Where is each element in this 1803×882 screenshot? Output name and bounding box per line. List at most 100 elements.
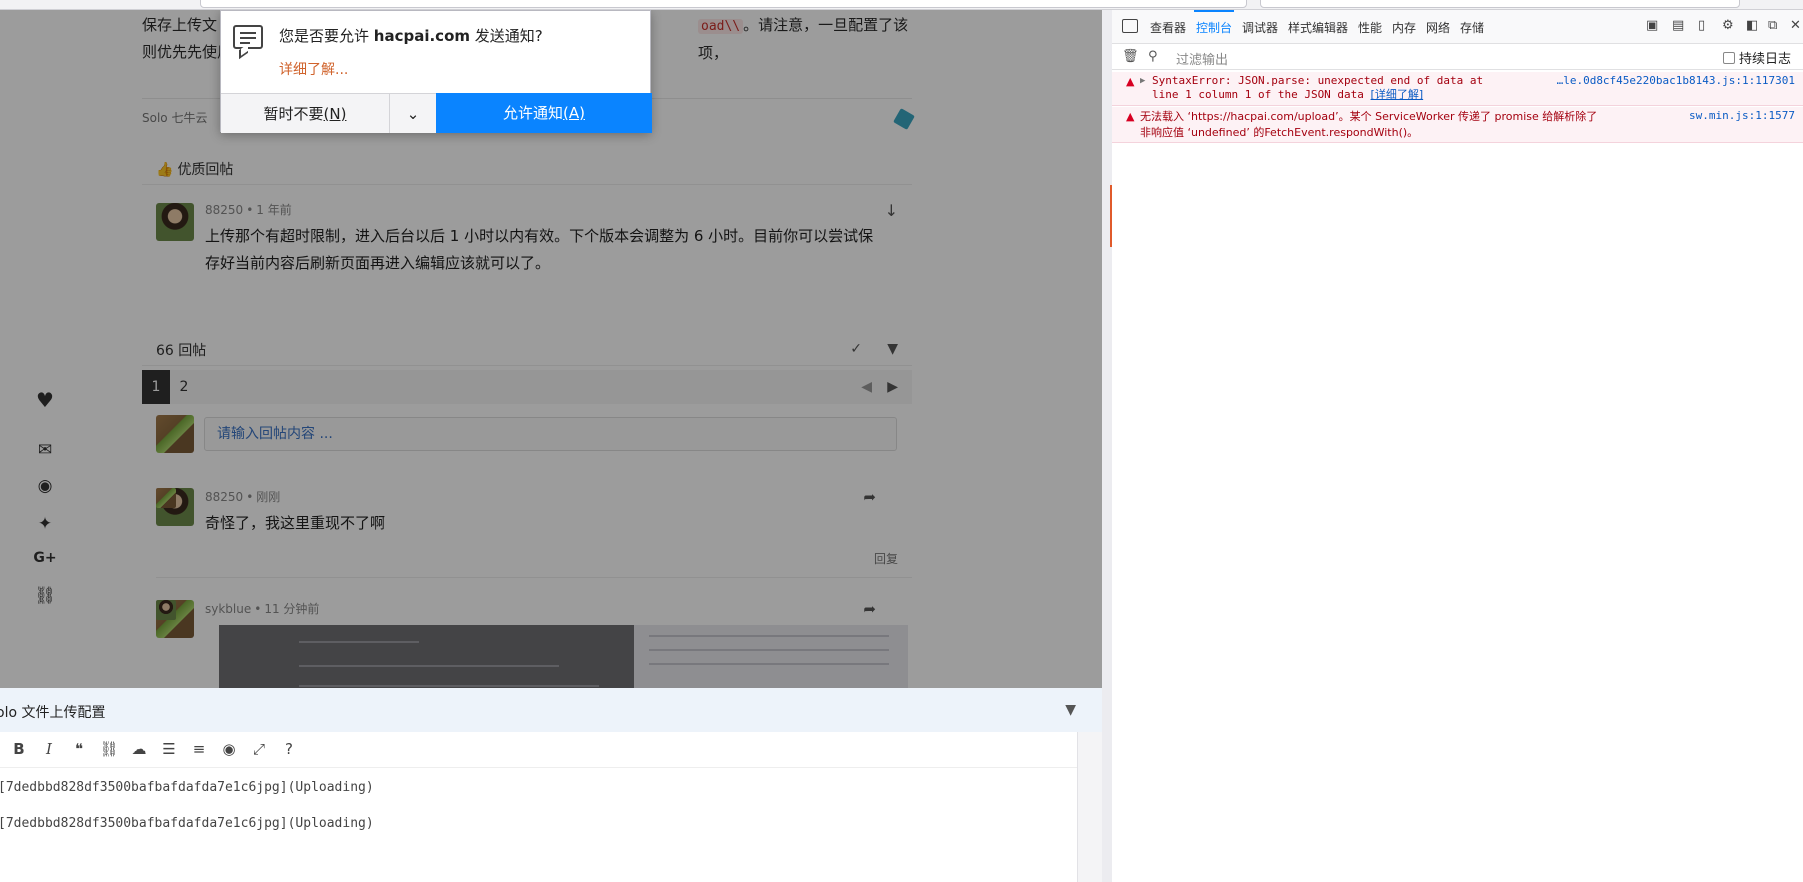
comment-meta: sykblue • 11 分钟前	[205, 602, 320, 616]
devtools-tab-bar: 查看器 控制台 调试器 样式编辑器 性能 内存 网络 存储 ▣ ▤ ▯ ⚙ ◧ …	[1112, 10, 1803, 44]
link-icon[interactable]: ⛓	[98, 740, 120, 758]
page-1[interactable]: 1	[142, 370, 170, 404]
tab-inspector[interactable]: 查看器	[1150, 19, 1186, 36]
split-view-icon[interactable]: ▣	[1646, 18, 1658, 33]
article-text-line2: 则优先先使用	[142, 43, 233, 61]
good-reply-section: 👍 优质回帖 88250 • 1 年前 ↓ 上传那个有超时限制，进入后台以后 1 小时…	[142, 155, 912, 272]
reply-item: sykblue • 11 分钟前 ➦	[156, 600, 912, 688]
share-icon[interactable]: ➦	[863, 488, 876, 506]
collapse-icon[interactable]: ▼	[1065, 702, 1076, 718]
heart-icon[interactable]: ♥	[32, 388, 58, 412]
caret-down-icon[interactable]: ▼	[887, 341, 898, 357]
bold-icon[interactable]: B	[8, 740, 30, 758]
good-reply-title: 优质回帖	[177, 162, 234, 178]
comment-time: 刚刚	[256, 490, 281, 504]
persist-logs-checkbox[interactable]: 持续日志	[1722, 48, 1791, 67]
editor-line: [7dedbbd828df3500bafbafdafda7e1c6jpg](Up…	[0, 816, 374, 831]
share-icon[interactable]: ➦	[863, 600, 876, 618]
message-icon	[233, 25, 263, 49]
element-picker-icon[interactable]	[1122, 19, 1138, 33]
tab-console[interactable]: 控制台	[1196, 19, 1232, 36]
reply-button[interactable]: 回复	[874, 550, 898, 567]
message-source-link[interactable]: …le.0d8cf45e220bac1b8143.js:1:117301	[1557, 74, 1795, 88]
search-bar[interactable]	[1260, 0, 1740, 8]
separate-window-icon[interactable]: ⧉	[1768, 18, 1777, 33]
warning-icon: ▲	[1126, 110, 1135, 123]
url-bar[interactable]	[200, 0, 1247, 8]
console-filter-bar: 🗑 ⚲ 过滤输出 持续日志	[1112, 44, 1803, 70]
close-icon[interactable]: ✕	[1790, 18, 1801, 33]
filter-input[interactable]: 过滤输出	[1176, 49, 1228, 68]
filter-icon[interactable]: ⚲	[1148, 49, 1158, 64]
quote-icon[interactable]: ❝	[68, 740, 90, 758]
gear-icon[interactable]: ⚙	[1722, 18, 1734, 33]
editor-title: olo 文件上传配置	[0, 705, 106, 721]
site-domain: hacpai.com	[373, 27, 470, 45]
next-page-icon[interactable]: ▶	[887, 379, 898, 395]
message-text: 无法载入 ‘https://hacpai.com/upload’。某个 Serv…	[1140, 110, 1598, 139]
weibo-icon[interactable]: ◉	[32, 476, 58, 496]
cube-icon[interactable]	[893, 108, 915, 130]
console-error-message[interactable]: ▲ ▶ SyntaxError: JSON.parse: unexpected …	[1112, 72, 1803, 106]
message-source-link[interactable]: sw.min.js:1:1577	[1689, 109, 1795, 123]
browser-toolbar-strip	[0, 0, 1803, 10]
italic-icon[interactable]: I	[38, 740, 60, 758]
editor-textarea[interactable]: [7dedbbd828df3500bafbafdafda7e1c6jpg](Up…	[0, 768, 1077, 882]
responsive-mode-icon[interactable]: ▯	[1698, 18, 1705, 33]
inline-code: oad\\	[698, 19, 744, 34]
devtools-panel: 查看器 控制台 调试器 样式编辑器 性能 内存 网络 存储 ▣ ▤ ▯ ⚙ ◧ …	[1102, 10, 1803, 882]
chevron-down-icon[interactable]: ⌄	[389, 93, 436, 133]
console-drawer-icon[interactable]: ▤	[1672, 18, 1684, 33]
jump-down-icon[interactable]: ↓	[885, 201, 898, 220]
link-icon[interactable]: ⛓	[32, 586, 58, 606]
avatar[interactable]	[156, 415, 194, 453]
trash-icon[interactable]: 🗑	[1122, 49, 1139, 64]
tag-list[interactable]: Solo 七牛云	[142, 111, 207, 125]
upload-icon[interactable]: ☁	[128, 740, 150, 758]
editor-scroll-gutter	[1077, 732, 1102, 882]
resize-handle[interactable]	[1110, 185, 1112, 247]
tab-debugger[interactable]: 调试器	[1242, 19, 1278, 36]
help-icon[interactable]: ?	[278, 740, 300, 758]
tab-network[interactable]: 网络	[1426, 19, 1450, 36]
dock-icon[interactable]: ◧	[1746, 18, 1758, 33]
tab-memory[interactable]: 内存	[1392, 19, 1416, 36]
comment-user[interactable]: 88250	[205, 490, 243, 504]
tab-storage[interactable]: 存储	[1460, 19, 1484, 36]
wechat-icon[interactable]: ✉	[32, 440, 58, 460]
reply-item: 88250 • 刚刚 ➦ 奇怪了，我这里重现不了啊 回复	[156, 488, 912, 578]
reply-box: 请输入回帖内容 ...	[156, 415, 912, 455]
learn-more-link[interactable]: 详细了解...	[279, 59, 348, 79]
prev-page-icon[interactable]: ◀	[861, 379, 872, 395]
reply-input[interactable]: 请输入回帖内容 ...	[204, 417, 897, 451]
check-circle-icon[interactable]: ✓	[850, 341, 862, 357]
numbered-list-icon[interactable]: ≡	[188, 740, 210, 758]
console-error-message[interactable]: ▲ 无法载入 ‘https://hacpai.com/upload’。某个 Se…	[1112, 107, 1803, 143]
bullet-list-icon[interactable]: ☰	[158, 740, 180, 758]
fullscreen-icon[interactable]: ⤢	[248, 740, 270, 758]
tab-performance[interactable]: 性能	[1358, 19, 1382, 36]
allow-notifications-button[interactable]: 允许通知(A)	[436, 93, 652, 133]
permission-question: 您是否要允许 hacpai.com 发送通知?	[279, 27, 543, 45]
not-now-button[interactable]: 暂时不要(N)	[221, 93, 389, 133]
comment-user[interactable]: 88250	[205, 203, 243, 217]
page-2[interactable]: 2	[170, 370, 198, 404]
editor-line: [7dedbbd828df3500bafbafdafda7e1c6jpg](Up…	[0, 780, 374, 795]
expand-icon[interactable]: ▶	[1140, 74, 1145, 88]
mini-avatar[interactable]	[156, 600, 176, 620]
google-plus-icon[interactable]: G+	[32, 550, 58, 566]
tab-style-editor[interactable]: 样式编辑器	[1288, 19, 1348, 36]
comment-time: 11 分钟前	[264, 602, 320, 616]
pagination: 1 2 ◀ ▶	[142, 370, 912, 404]
twitter-icon[interactable]: ✦	[32, 514, 58, 534]
learn-more-link[interactable]: [详细了解]	[1371, 88, 1424, 101]
thumbs-up-icon: 👍	[156, 162, 174, 178]
avatar[interactable]	[156, 203, 194, 241]
comment-time: 1 年前	[256, 203, 292, 217]
preview-icon[interactable]: ◉	[218, 740, 240, 758]
attached-screenshot[interactable]	[219, 625, 908, 688]
mini-avatar[interactable]	[156, 488, 176, 508]
comment-user[interactable]: sykblue	[205, 602, 251, 616]
warning-icon: ▲	[1126, 75, 1135, 88]
replies-count: 66 回帖	[156, 343, 207, 359]
